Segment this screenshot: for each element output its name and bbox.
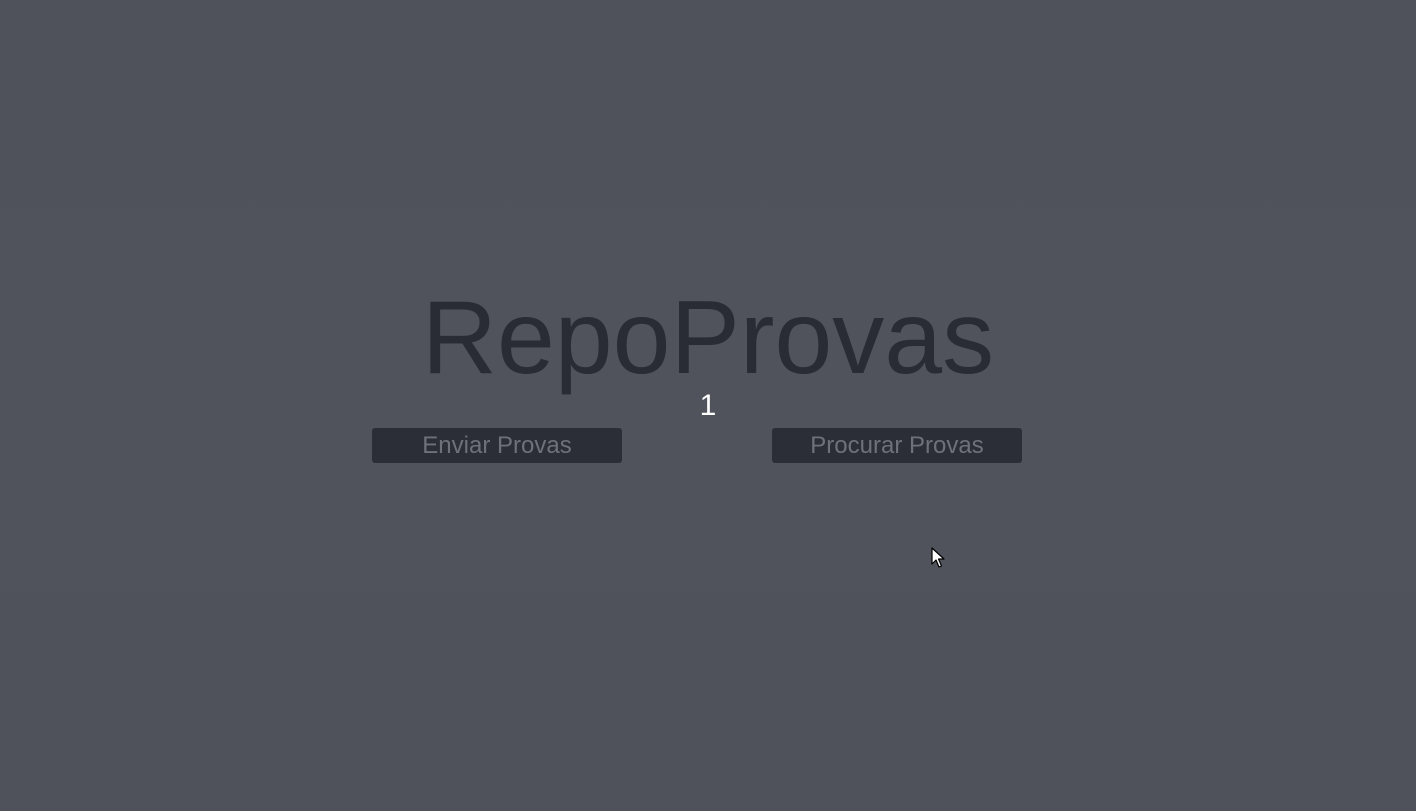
- search-exams-button[interactable]: Procurar Provas: [772, 428, 1022, 463]
- send-exams-button[interactable]: Enviar Provas: [372, 428, 622, 463]
- page-title: RepoProvas: [421, 280, 995, 396]
- send-exams-label: Enviar Provas: [422, 432, 572, 459]
- home-page: RepoProvas 1 Enviar Provas Procurar Prov…: [0, 0, 1416, 811]
- counter-text: 1: [699, 389, 717, 422]
- search-exams-label: Procurar Provas: [810, 432, 984, 459]
- mouse-pointer-icon: [931, 547, 945, 568]
